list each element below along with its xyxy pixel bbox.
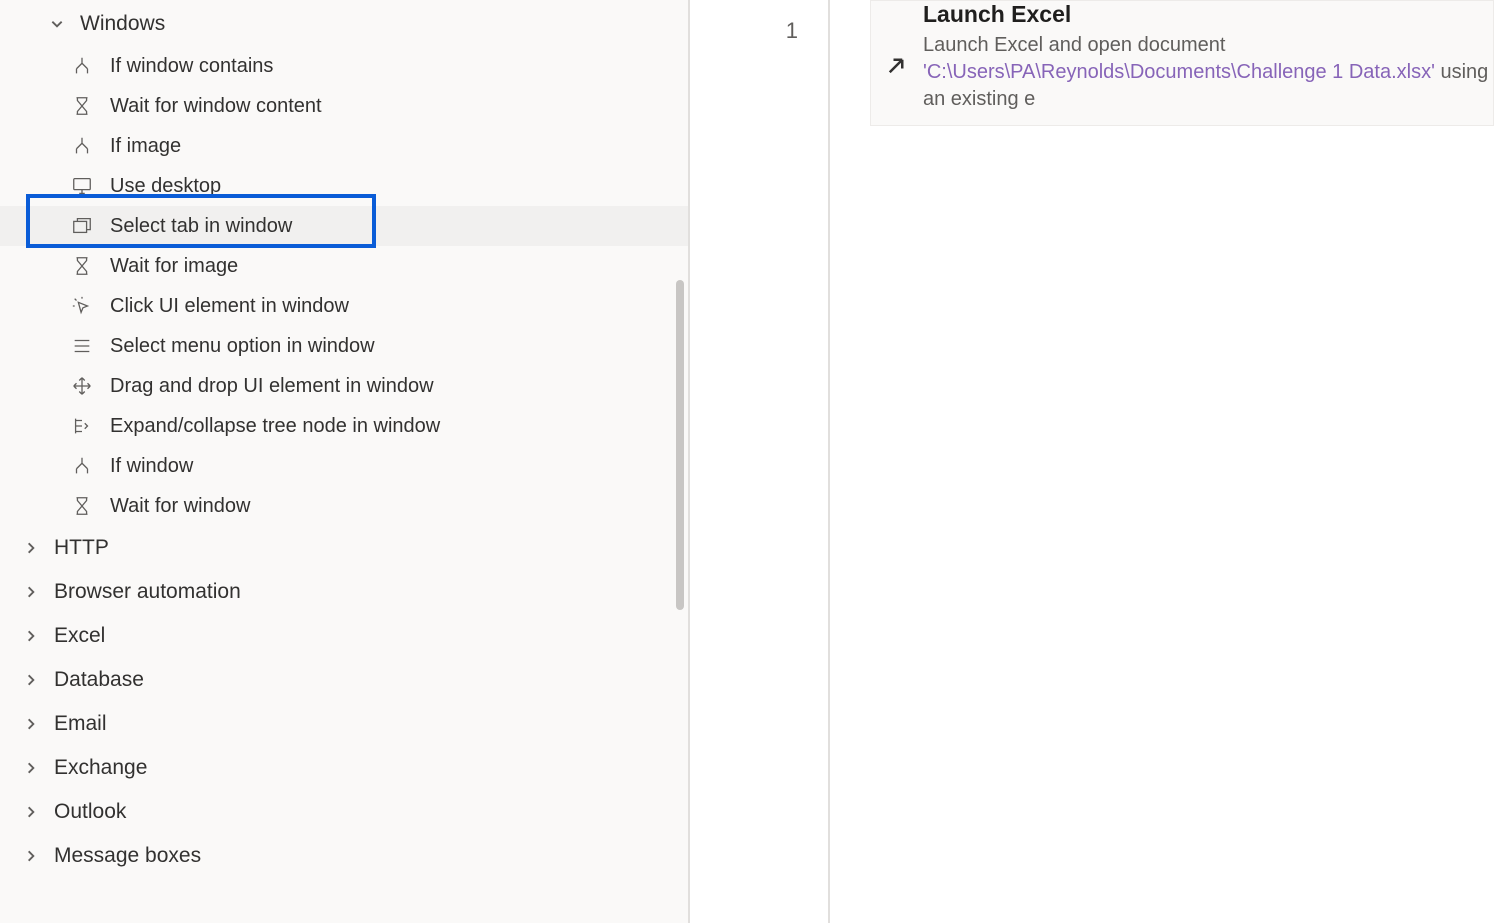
action-label: If window contains [110, 55, 273, 78]
category-message-boxes[interactable]: Message boxes [0, 834, 688, 878]
file-path-link[interactable]: 'C:\Users\PA\Reynolds\Documents\Challeng… [923, 61, 1435, 83]
category-excel[interactable]: Excel [0, 614, 688, 658]
action-wait-window-content[interactable]: Wait for window content [0, 86, 688, 126]
action-select-tab-in-window[interactable]: Select tab in window [0, 206, 688, 246]
actions-tree: Windows If window contains Wait for wind… [0, 0, 688, 878]
hourglass-icon [70, 254, 94, 278]
action-select-menu-option[interactable]: Select menu option in window [0, 326, 688, 366]
category-email[interactable]: Email [0, 702, 688, 746]
category-label: Windows [80, 12, 165, 36]
action-label: If image [110, 135, 181, 158]
category-label: Excel [54, 624, 105, 648]
hourglass-icon [70, 94, 94, 118]
category-label: Database [54, 668, 144, 692]
category-label: HTTP [54, 536, 109, 560]
step-description: Launch Excel and open document 'C:\Users… [923, 32, 1493, 113]
category-label: Email [54, 712, 107, 736]
action-label: Use desktop [110, 175, 221, 198]
action-click-ui-element[interactable]: Click UI element in window [0, 286, 688, 326]
branch-icon [70, 454, 94, 478]
action-label: Expand/collapse tree node in window [110, 415, 440, 438]
action-label: If window [110, 455, 193, 478]
action-expand-collapse-tree[interactable]: Expand/collapse tree node in window [0, 406, 688, 446]
category-http[interactable]: HTTP [0, 526, 688, 570]
flow-designer: 1 Launch Excel Launch Excel and open doc… [690, 0, 1494, 923]
category-outlook[interactable]: Outlook [0, 790, 688, 834]
action-label: Wait for window content [110, 95, 322, 118]
category-label: Outlook [54, 800, 126, 824]
action-use-desktop[interactable]: Use desktop [0, 166, 688, 206]
action-if-window[interactable]: If window [0, 446, 688, 486]
branch-icon [70, 54, 94, 78]
branch-icon [70, 134, 94, 158]
chevron-right-icon [24, 585, 38, 599]
tree-icon [70, 414, 94, 438]
category-database[interactable]: Database [0, 658, 688, 702]
flow-canvas[interactable]: Launch Excel Launch Excel and open docum… [830, 0, 1494, 923]
chevron-down-icon [50, 17, 64, 31]
action-label: Wait for image [110, 255, 238, 278]
flow-step-launch-excel[interactable]: Launch Excel Launch Excel and open docum… [870, 0, 1494, 126]
action-wait-for-window[interactable]: Wait for window [0, 486, 688, 526]
chevron-right-icon [24, 849, 38, 863]
line-gutter: 1 [690, 0, 830, 923]
step-title: Launch Excel [923, 1, 1493, 28]
action-label: Wait for window [110, 495, 250, 518]
scrollbar-thumb[interactable] [676, 280, 684, 610]
actions-panel: Windows If window contains Wait for wind… [0, 0, 690, 923]
chevron-right-icon [24, 805, 38, 819]
desc-text: Launch Excel and open document [923, 34, 1225, 56]
action-label: Drag and drop UI element in window [110, 375, 434, 398]
hourglass-icon [70, 494, 94, 518]
category-exchange[interactable]: Exchange [0, 746, 688, 790]
action-wait-for-image[interactable]: Wait for image [0, 246, 688, 286]
category-windows[interactable]: Windows [0, 2, 688, 46]
action-label: Select tab in window [110, 215, 292, 238]
action-label: Click UI element in window [110, 295, 349, 318]
chevron-right-icon [24, 717, 38, 731]
desktop-icon [70, 174, 94, 198]
category-browser-automation[interactable]: Browser automation [0, 570, 688, 614]
tabs-icon [70, 214, 94, 238]
action-drag-drop[interactable]: Drag and drop UI element in window [0, 366, 688, 406]
category-label: Exchange [54, 756, 147, 780]
drag-icon [70, 374, 94, 398]
action-if-window-contains[interactable]: If window contains [0, 46, 688, 86]
chevron-right-icon [24, 673, 38, 687]
step-body: Launch Excel Launch Excel and open docum… [911, 1, 1493, 113]
line-number: 1 [690, 18, 828, 44]
menu-icon [70, 334, 94, 358]
launch-icon [881, 1, 911, 113]
category-label: Message boxes [54, 844, 201, 868]
chevron-right-icon [24, 629, 38, 643]
action-label: Select menu option in window [110, 335, 375, 358]
chevron-right-icon [24, 541, 38, 555]
chevron-right-icon [24, 761, 38, 775]
action-if-image[interactable]: If image [0, 126, 688, 166]
category-label: Browser automation [54, 580, 241, 604]
click-icon [70, 294, 94, 318]
